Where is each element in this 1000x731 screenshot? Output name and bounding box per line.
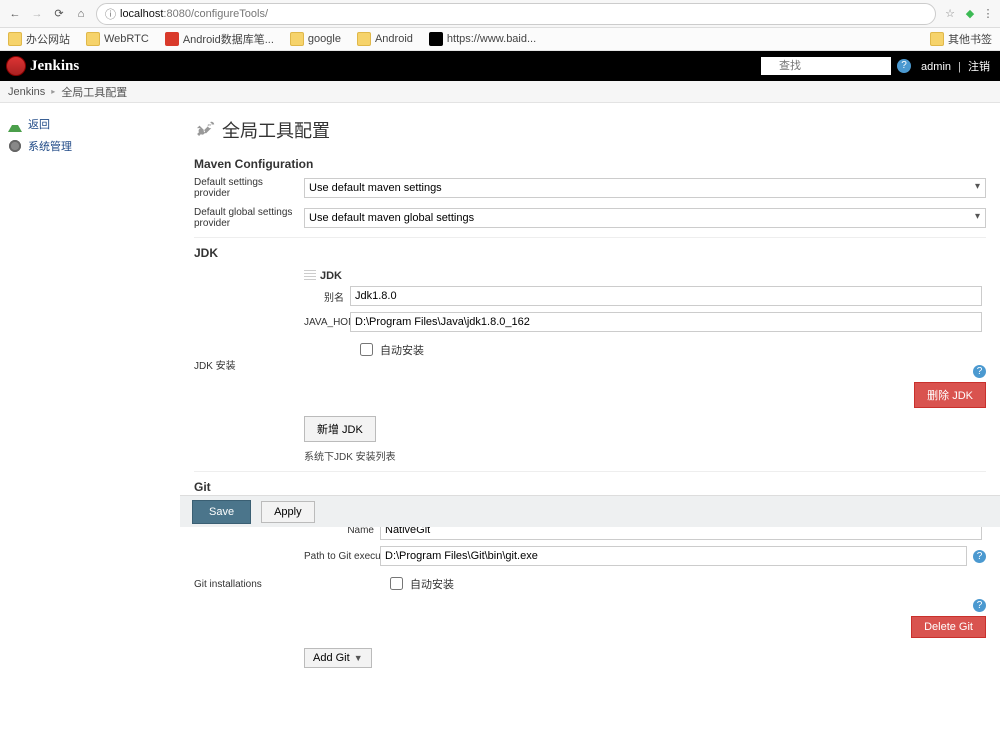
admin-link[interactable]: admin xyxy=(921,61,951,73)
bottom-action-bar: Save Apply xyxy=(180,495,1000,527)
bookmark-item[interactable]: WebRTC xyxy=(86,32,149,46)
reload-icon[interactable]: ⟳ xyxy=(48,3,70,25)
section-jdk: JDK xyxy=(194,246,986,260)
jdk-auto-label: 自动安装 xyxy=(380,342,424,358)
section-maven: Maven Configuration xyxy=(194,157,986,171)
delete-git-button[interactable]: Delete Git xyxy=(911,616,986,638)
jenkins-head-icon xyxy=(6,56,26,76)
jdk-auto-install-checkbox[interactable] xyxy=(360,343,373,356)
sidebar-manage[interactable]: 系统管理 xyxy=(8,135,172,157)
back-icon[interactable]: ← xyxy=(4,3,26,25)
jdk-hint: 系统下JDK 安装列表 xyxy=(304,448,986,463)
arrow-up-icon xyxy=(8,118,22,132)
git-auto-install-checkbox[interactable] xyxy=(390,577,403,590)
section-git: Git xyxy=(194,480,986,494)
drag-handle-icon[interactable] xyxy=(304,270,316,282)
delete-jdk-button[interactable]: 删除 JDK xyxy=(914,382,986,408)
search-input[interactable] xyxy=(761,57,891,75)
content-panel: 全局工具配置 Maven Configuration Default setti… xyxy=(180,103,1000,731)
url-bar[interactable]: ⓘ localhost:8080/configureTools/ xyxy=(96,3,936,25)
maven-global-select[interactable]: Use default maven global settings xyxy=(304,208,986,228)
search-container: 🔍 xyxy=(761,57,891,75)
bookmark-item[interactable]: 办公网站 xyxy=(8,31,70,47)
csdn-icon xyxy=(165,32,179,46)
bookmarks-bar: 办公网站 WebRTC Android数据库笔... google Androi… xyxy=(0,28,1000,51)
help-icon[interactable]: ? xyxy=(973,550,986,563)
git-install-label: Git installations xyxy=(194,579,304,590)
home-icon[interactable]: ⌂ xyxy=(70,3,92,25)
chevron-down-icon: ▼ xyxy=(354,653,363,663)
folder-icon xyxy=(8,32,22,46)
folder-icon xyxy=(930,32,944,46)
git-path-input[interactable] xyxy=(380,546,967,566)
jenkins-header: Jenkins 🔍 ? admin | 注销 xyxy=(0,51,1000,81)
add-git-button[interactable]: Add Git▼ xyxy=(304,648,372,668)
git-path-label: Path to Git executable xyxy=(304,551,380,562)
bookmark-star-icon[interactable]: ☆ xyxy=(940,7,960,20)
logout-link[interactable]: 注销 xyxy=(968,61,990,73)
bookmark-item[interactable]: Android xyxy=(357,32,413,46)
browser-menu-icon[interactable]: ⋮ xyxy=(980,7,996,20)
help-icon[interactable]: ? xyxy=(973,599,986,612)
sidebar-manage-label: 系统管理 xyxy=(28,138,72,154)
bookmark-item[interactable]: 其他书签 xyxy=(930,31,992,47)
maven-global-label: Default global settings provider xyxy=(194,207,304,229)
url-port: :8080 xyxy=(163,8,191,20)
forward-icon[interactable]: → xyxy=(26,3,48,25)
bookmark-item[interactable]: google xyxy=(290,32,341,46)
url-host: localhost xyxy=(120,8,163,20)
jenkins-logo[interactable]: Jenkins xyxy=(6,56,79,76)
url-path: /configureTools/ xyxy=(191,8,268,20)
jdk-install-label: JDK 安装 xyxy=(194,357,304,372)
help-icon[interactable]: ? xyxy=(973,365,986,378)
help-icon[interactable]: ? xyxy=(897,59,911,73)
folder-icon xyxy=(86,32,100,46)
jdk-home-input[interactable] xyxy=(350,312,982,332)
jdk-alias-input[interactable] xyxy=(350,286,982,306)
maven-default-label: Default settings provider xyxy=(194,177,304,199)
bookmark-item[interactable]: Android数据库笔... xyxy=(165,31,274,47)
sidebar-back[interactable]: 返回 xyxy=(8,113,172,135)
jdk-home-label: JAVA_HOME xyxy=(304,317,350,328)
breadcrumb: Jenkins ▸ 全局工具配置 xyxy=(0,81,1000,103)
apply-button[interactable]: Apply xyxy=(261,501,315,523)
jdk-alias-label: 别名 xyxy=(304,289,350,304)
git-auto-label: 自动安装 xyxy=(410,576,454,592)
github-icon xyxy=(429,32,443,46)
folder-icon xyxy=(357,32,371,46)
brand-text: Jenkins xyxy=(30,58,79,75)
bookmark-item[interactable]: https://www.baid... xyxy=(429,32,536,46)
save-button[interactable]: Save xyxy=(192,500,251,524)
jdk-block-title: JDK xyxy=(320,270,342,282)
maven-default-select[interactable]: Use default maven settings xyxy=(304,178,986,198)
breadcrumb-jenkins[interactable]: Jenkins xyxy=(8,86,45,98)
extension-icon[interactable]: ◆ xyxy=(960,7,980,20)
breadcrumb-page[interactable]: 全局工具配置 xyxy=(61,84,127,100)
browser-toolbar: ← → ⟳ ⌂ ⓘ localhost:8080/configureTools/… xyxy=(0,0,1000,28)
gear-icon xyxy=(8,139,22,153)
add-jdk-button[interactable]: 新增 JDK xyxy=(304,416,376,442)
sidebar-back-label: 返回 xyxy=(28,116,50,132)
side-panel: 返回 系统管理 xyxy=(0,103,180,731)
wrench-icon xyxy=(194,119,216,141)
folder-icon xyxy=(290,32,304,46)
page-title: 全局工具配置 xyxy=(194,117,986,143)
